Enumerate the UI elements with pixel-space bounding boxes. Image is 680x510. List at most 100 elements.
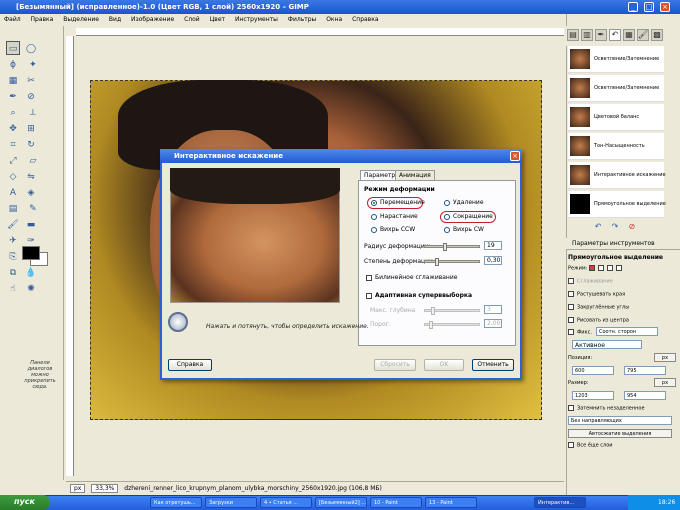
move-icon[interactable]: ✥ [6, 122, 20, 136]
history-item[interactable]: Цветовой баланс [568, 104, 664, 131]
merged-checkbox[interactable] [568, 442, 574, 448]
menu-layer[interactable]: Слой [184, 16, 200, 23]
bilinear-checkbox[interactable] [366, 274, 372, 281]
radius-slider-knob[interactable] [443, 243, 447, 251]
task-button[interactable]: 10 - Paint [370, 497, 422, 508]
smudge-icon[interactable]: ☝ [6, 282, 20, 296]
rotate-icon[interactable]: ↻ [24, 138, 38, 152]
task-button[interactable]: Как отретушь... [150, 497, 202, 508]
fuzzy-select-icon[interactable]: ✦ [26, 58, 40, 72]
redo-icon[interactable]: ↷ [612, 222, 619, 231]
mode-remove-radio[interactable]: Удаление [444, 199, 484, 206]
colormap-tab-icon[interactable]: ▦ [623, 29, 635, 41]
patterns-tab-icon[interactable]: ▩ [651, 29, 663, 41]
mode-intersect-icon[interactable] [615, 265, 622, 271]
strength-input[interactable]: 0,30 [484, 256, 502, 265]
foreground-color-swatch[interactable] [22, 246, 40, 260]
free-select-icon[interactable]: ϕ [6, 58, 20, 72]
radius-slider[interactable] [424, 243, 480, 251]
active-field[interactable]: Активное [572, 340, 642, 349]
strength-slider-knob[interactable] [435, 258, 439, 266]
menu-help[interactable]: Справка [352, 16, 378, 23]
mode-shrink-radio[interactable]: Сокращение [444, 213, 493, 220]
maximize-button[interactable]: □ [644, 2, 654, 12]
help-button[interactable]: Справка [168, 359, 212, 371]
ellipse-select-icon[interactable]: ◯ [24, 42, 38, 56]
brush-icon[interactable]: 🖌 [6, 218, 20, 232]
task-button[interactable]: 13 - Paint [425, 497, 477, 508]
clear-history-icon[interactable]: ⊘ [629, 222, 636, 231]
eraser-icon[interactable]: ▬ [24, 218, 38, 232]
threshold-slider[interactable] [424, 321, 480, 329]
mode-swirl-ccw-radio[interactable]: Вихрь CCW [371, 226, 415, 233]
shear-icon[interactable]: ▱ [26, 154, 40, 168]
paths-icon[interactable]: ✒ [6, 90, 20, 104]
fixed-mode-select[interactable]: Соотн. сторон [596, 327, 658, 336]
close-button[interactable]: × [660, 2, 670, 12]
merged-option[interactable]: Все ёще слои [568, 442, 613, 449]
task-button[interactable]: 4 • Статья ... [260, 497, 312, 508]
scissors-icon[interactable]: ✂ [24, 74, 38, 88]
bucket-fill-icon[interactable]: ◈ [24, 186, 38, 200]
undo-icon[interactable]: ↶ [595, 222, 602, 231]
mode-replace-icon[interactable] [588, 265, 595, 271]
history-item[interactable]: Осветление/Затемнение [568, 75, 664, 102]
task-button[interactable]: Загрузки [205, 497, 257, 508]
menu-image[interactable]: Изображение [131, 16, 174, 23]
task-button[interactable]: [Безымянный2] ... [315, 497, 367, 508]
guides-select[interactable]: Без направляющих [568, 416, 672, 425]
fixed-option[interactable]: Фикс. [568, 329, 592, 336]
threshold-slider-knob[interactable] [429, 321, 433, 329]
max-depth-slider[interactable] [424, 307, 480, 315]
position-y-input[interactable]: 795 [624, 366, 666, 375]
rounded-checkbox[interactable] [568, 304, 574, 310]
zoom-icon[interactable]: ⌕ [6, 106, 20, 120]
menu-color[interactable]: Цвет [210, 16, 225, 23]
menu-file[interactable]: Файл [4, 16, 21, 23]
unit-select[interactable]: px [70, 484, 86, 493]
airbrush-icon[interactable]: ✈ [6, 234, 20, 248]
strength-slider[interactable] [424, 258, 480, 266]
layers-tab-icon[interactable]: ▤ [567, 29, 579, 41]
feather-option[interactable]: Растушевать края [568, 291, 625, 298]
rect-select-icon[interactable]: ▭ [6, 41, 20, 55]
menu-select[interactable]: Выделение [63, 16, 99, 23]
history-item[interactable]: Интерактивное искажение [568, 162, 666, 189]
threshold-input[interactable]: 2,00 [484, 319, 502, 328]
autoshrink-button[interactable]: Автосжатие выделения [568, 429, 672, 438]
measure-icon[interactable]: ⟂ [26, 106, 40, 120]
mode-add-icon[interactable] [597, 265, 604, 271]
menu-edit[interactable]: Правка [31, 16, 54, 23]
cancel-button[interactable]: Отменить [472, 359, 514, 371]
tool-options-tab[interactable]: Параметры инструментов [566, 238, 680, 250]
blend-icon[interactable]: ▤ [6, 202, 20, 216]
adaptive-checkbox[interactable] [366, 292, 372, 299]
antialias-option[interactable]: Сглаживание [568, 278, 613, 285]
pencil-icon[interactable]: ✎ [26, 202, 40, 216]
highlight-option[interactable]: Затемнить незаделенное [568, 405, 645, 412]
paths-tab-icon[interactable]: ✒ [595, 29, 607, 41]
clone-icon[interactable]: ⎘ [6, 250, 20, 264]
channels-tab-icon[interactable]: ▥ [581, 29, 593, 41]
text-icon[interactable]: A [6, 186, 20, 200]
size-w-input[interactable]: 1203 [572, 391, 614, 400]
blur-icon[interactable]: 💧 [24, 266, 38, 280]
size-h-input[interactable]: 954 [624, 391, 666, 400]
rounded-option[interactable]: Закруглённые углы [568, 304, 629, 311]
undo-tab-icon[interactable]: ↶ [609, 29, 621, 41]
dialog-close-button[interactable]: × [510, 151, 520, 161]
antialias-checkbox[interactable] [568, 278, 574, 284]
ok-button[interactable]: OK [424, 359, 464, 371]
history-item-selected[interactable]: Прямоугольное выделение [568, 191, 666, 218]
menu-windows[interactable]: Окна [326, 16, 342, 23]
tab-animation[interactable]: Анимация [395, 170, 435, 180]
perspective-icon[interactable]: ◇ [6, 170, 20, 184]
crop-icon[interactable]: ⌗ [6, 138, 20, 152]
color-picker-icon[interactable]: ⊘ [24, 90, 38, 104]
position-x-input[interactable]: 600 [572, 366, 614, 375]
feather-checkbox[interactable] [568, 291, 574, 297]
max-depth-input[interactable]: 3 [484, 305, 502, 314]
mode-move-radio[interactable]: Перемещение [371, 199, 425, 206]
size-unit-select[interactable]: px [654, 378, 676, 387]
history-item[interactable]: Тон-Насыщенность [568, 133, 664, 160]
